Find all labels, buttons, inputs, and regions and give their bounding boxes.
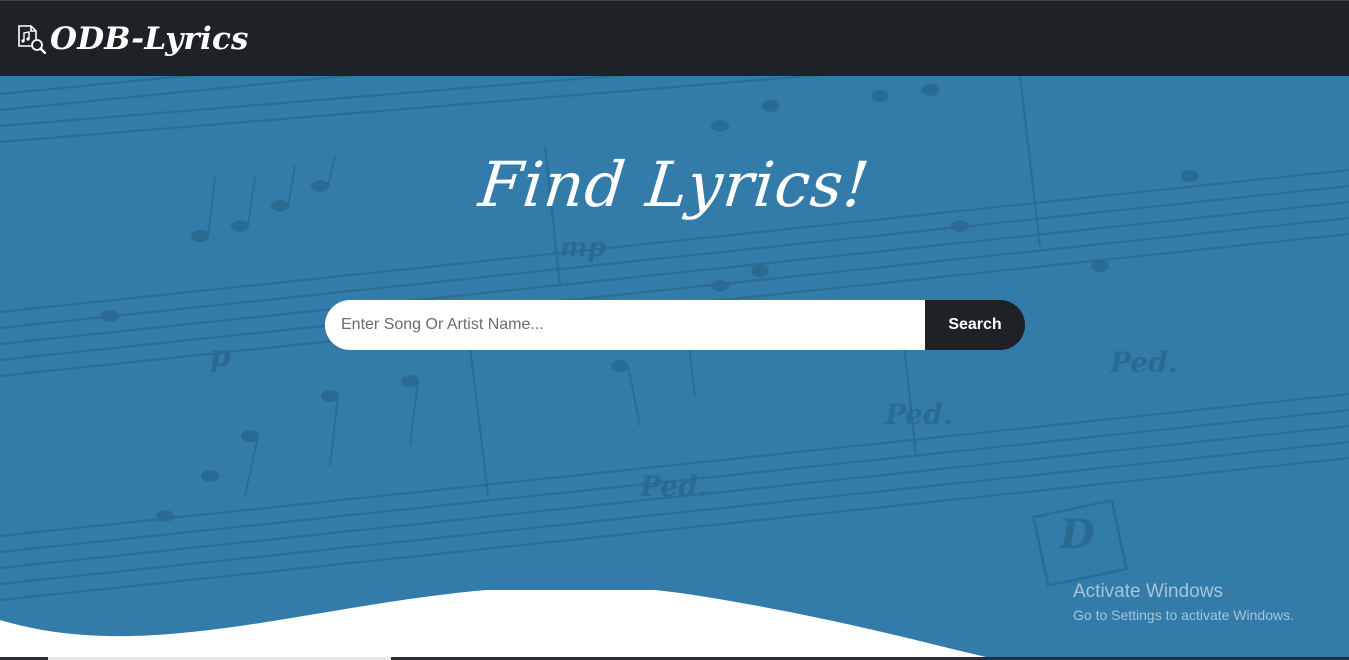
music-file-search-icon: [16, 24, 47, 54]
watermark-title: Activate Windows: [1073, 581, 1223, 602]
svg-text:mp: mp: [560, 233, 606, 263]
hero-title: Find Lyrics!: [475, 148, 874, 221]
brand-name: ODB-Lyrics: [50, 20, 249, 57]
svg-text:p: p: [210, 339, 231, 374]
search-button[interactable]: Search: [925, 300, 1025, 350]
navbar: ODB-Lyrics: [0, 0, 1349, 76]
svg-text:D: D: [1059, 511, 1095, 558]
svg-text:Ped.: Ped.: [884, 398, 952, 431]
activate-windows-watermark: Activate Windows Go to Settings to activ…: [1073, 581, 1294, 625]
svg-text:Ped.: Ped.: [1109, 346, 1177, 379]
watermark-subtitle: Go to Settings to activate Windows.: [1073, 607, 1294, 623]
search-form: Search: [325, 300, 1025, 350]
search-input[interactable]: [325, 300, 925, 350]
hero-section: mp p D Ped. Ped. Ped. Find Lyrics! Searc…: [0, 76, 1349, 660]
brand-link[interactable]: ODB-Lyrics: [16, 21, 249, 57]
svg-text:Ped.: Ped.: [639, 470, 707, 503]
